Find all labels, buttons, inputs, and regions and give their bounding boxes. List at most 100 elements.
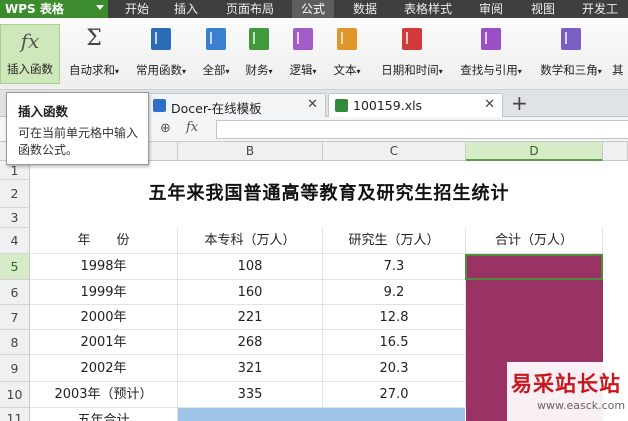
site-watermark: 易采站长站 www.easck.com <box>507 362 628 421</box>
wps-spreadsheet-window: WPS 表格 开始 插入 页面布局 公式 数据 表格样式 审阅 视图 开发工 f… <box>0 0 628 421</box>
menu-formulas[interactable]: 公式 <box>292 0 335 18</box>
book-icon <box>249 28 269 50</box>
insert-function-tooltip: 插入函数 可在当前单元格中输入函数公式。 <box>6 92 149 165</box>
row-header[interactable]: 9 <box>0 355 30 382</box>
grad-cell[interactable]: 9.2 <box>323 280 466 305</box>
header-year-cell[interactable]: 年 份 <box>30 228 178 254</box>
menu-bar: WPS 表格 开始 插入 页面布局 公式 数据 表格样式 审阅 视图 开发工 <box>0 0 628 18</box>
undergrad-cell[interactable]: 160 <box>178 280 323 305</box>
sigma-icon: Σ <box>86 26 102 51</box>
year-cell[interactable]: 2001年 <box>30 330 178 355</box>
other-functions-button[interactable]: 其 <box>612 22 628 88</box>
row-header[interactable]: 2 <box>0 180 30 208</box>
active-cell-d5[interactable] <box>465 254 603 280</box>
highlighted-range[interactable] <box>178 408 465 421</box>
common-functions-label: 常用函数 <box>135 63 182 77</box>
all-functions-button[interactable]: 全部▾ <box>198 22 234 88</box>
menu-view[interactable]: 视图 <box>531 0 555 18</box>
lookup-label: 查找与引用 <box>460 63 518 77</box>
undergrad-cell[interactable]: 108 <box>178 254 323 280</box>
tooltip-body: 可在当前单元格中输入函数公式。 <box>18 126 139 157</box>
new-tab-icon[interactable]: + <box>511 93 528 113</box>
autosum-label: 自动求和 <box>68 63 115 77</box>
column-header-c[interactable]: C <box>323 142 466 161</box>
year-cell[interactable]: 1998年 <box>30 254 178 280</box>
financial-label: 财务 <box>245 63 269 77</box>
tab-docer-templates[interactable]: Docer-在线模板 ✕ <box>146 93 326 117</box>
menu-data[interactable]: 数据 <box>353 0 377 18</box>
fx-icon[interactable]: fx <box>186 120 198 135</box>
theta-book-icon <box>561 28 581 50</box>
five-year-total-label-cell[interactable]: 五年合计 <box>30 408 178 421</box>
logical-functions-button[interactable]: 逻辑▾ <box>285 22 321 88</box>
year-cell[interactable]: 1999年 <box>30 280 178 305</box>
text-functions-button[interactable]: 文本▾ <box>329 22 365 88</box>
tab-workbook[interactable]: 100159.xls ✕ <box>328 93 503 117</box>
row-header[interactable]: 11 <box>0 408 30 421</box>
undergrad-cell[interactable]: 221 <box>178 305 323 330</box>
column-header-e[interactable] <box>603 142 628 161</box>
column-header-d[interactable]: D <box>466 142 603 161</box>
grad-cell[interactable]: 7.3 <box>323 254 466 280</box>
column-header-b[interactable]: B <box>178 142 323 161</box>
undergrad-cell[interactable]: 321 <box>178 355 323 382</box>
row-header[interactable]: 4 <box>0 228 30 254</box>
clock-icon <box>402 28 422 50</box>
row-header[interactable]: 3 <box>0 208 30 228</box>
financial-functions-button[interactable]: 财务▾ <box>241 22 277 88</box>
menu-review[interactable]: 审阅 <box>479 0 503 18</box>
datetime-label: 日期和时间 <box>381 63 439 77</box>
menu-developer[interactable]: 开发工 <box>582 0 618 18</box>
header-grad-cell[interactable]: 研究生（万人） <box>323 228 466 254</box>
lookup-reference-button[interactable]: 查找与引用▾ <box>455 22 527 88</box>
insert-function-button[interactable]: fx 插入函数 <box>0 24 60 84</box>
search-book-icon <box>481 28 501 50</box>
other-functions-label: 其 <box>612 63 624 77</box>
wps-app-menu-button[interactable]: WPS 表格 <box>0 0 108 18</box>
formula-input[interactable] <box>216 120 628 139</box>
row-header[interactable]: 10 <box>0 382 30 408</box>
row-header[interactable]: 8 <box>0 330 30 355</box>
app-label: WPS 表格 <box>5 2 64 16</box>
book-icon <box>337 28 357 50</box>
undergrad-cell[interactable]: 268 <box>178 330 323 355</box>
grad-cell[interactable]: 20.3 <box>323 355 466 382</box>
menu-page-layout[interactable]: 页面布局 <box>226 0 274 18</box>
grad-cell[interactable]: 27.0 <box>323 382 466 408</box>
docer-icon <box>153 99 166 112</box>
grad-cell[interactable]: 12.8 <box>323 305 466 330</box>
math-trig-label: 数学和三角 <box>540 63 598 77</box>
watermark-url: www.easck.com <box>537 399 626 412</box>
tab-title: 100159.xls <box>353 98 423 113</box>
formulas-ribbon: fx 插入函数 Σ 自动求和▾ 常用函数▾ 全部▾ 财务▾ 逻辑▾ 文本▾ 日期… <box>0 18 628 90</box>
sheet-title-cell[interactable]: 五年来我国普通高等教育及研究生招生统计 <box>30 180 628 208</box>
tab-title: Docer-在线模板 <box>171 101 262 116</box>
zoom-search-icon[interactable]: ⊕ <box>160 121 171 136</box>
row-header[interactable]: 7 <box>0 305 30 330</box>
book-icon <box>151 28 171 50</box>
datetime-functions-button[interactable]: 日期和时间▾ <box>374 22 450 88</box>
math-trig-button[interactable]: 数学和三角▾ <box>535 22 607 88</box>
year-cell[interactable]: 2003年（预计） <box>30 382 178 408</box>
excel-file-icon <box>335 99 348 112</box>
close-icon[interactable]: ✕ <box>307 97 318 112</box>
menu-home[interactable]: 开始 <box>125 0 149 18</box>
row-header[interactable]: 5 <box>0 254 30 280</box>
autosum-button[interactable]: Σ 自动求和▾ <box>62 22 126 88</box>
chevron-down-icon <box>96 5 104 10</box>
header-total-cell[interactable]: 合计（万人） <box>466 228 603 254</box>
year-cell[interactable]: 2002年 <box>30 355 178 382</box>
year-cell[interactable]: 2000年 <box>30 305 178 330</box>
fx-icon: fx <box>20 29 40 53</box>
all-functions-label: 全部 <box>202 63 226 77</box>
close-icon[interactable]: ✕ <box>484 97 495 112</box>
undergrad-cell[interactable]: 335 <box>178 382 323 408</box>
menu-table-style[interactable]: 表格样式 <box>404 0 452 18</box>
common-functions-button[interactable]: 常用函数▾ <box>130 22 192 88</box>
header-undergrad-cell[interactable]: 本专科（万人） <box>178 228 323 254</box>
text-label: 文本 <box>333 63 357 77</box>
grad-cell[interactable]: 16.5 <box>323 330 466 355</box>
menu-insert[interactable]: 插入 <box>174 0 198 18</box>
row-header[interactable]: 6 <box>0 280 30 305</box>
logical-label: 逻辑 <box>289 63 313 77</box>
